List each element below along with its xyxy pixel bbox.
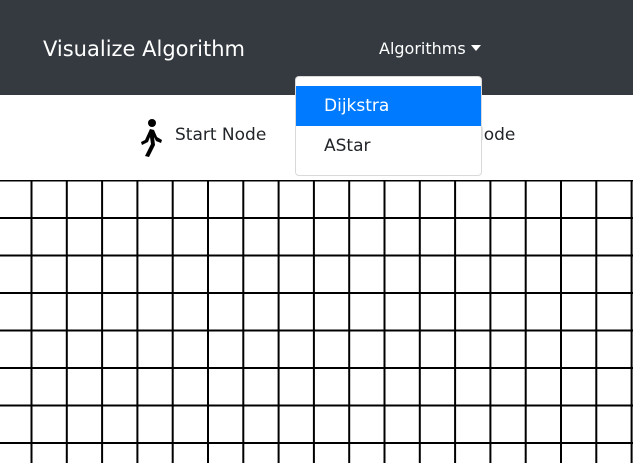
algorithms-dropdown-label: Algorithms <box>379 39 466 58</box>
grid-canvas[interactable] <box>0 180 633 463</box>
start-node-label: Start Node <box>175 125 267 145</box>
walking-person-icon <box>141 119 162 157</box>
brand-link[interactable]: Visualize Algorithm <box>43 30 245 68</box>
caret-down-icon <box>470 45 481 51</box>
dropdown-item-astar[interactable]: AStar <box>296 126 481 166</box>
algorithms-dropdown-toggle[interactable]: Algorithms <box>379 36 481 62</box>
algorithms-dropdown-menu: Dijkstra AStar <box>295 76 482 176</box>
pathfinding-grid[interactable] <box>0 180 633 463</box>
end-node-label: lode <box>479 125 516 145</box>
dropdown-item-dijkstra[interactable]: Dijkstra <box>296 86 481 126</box>
